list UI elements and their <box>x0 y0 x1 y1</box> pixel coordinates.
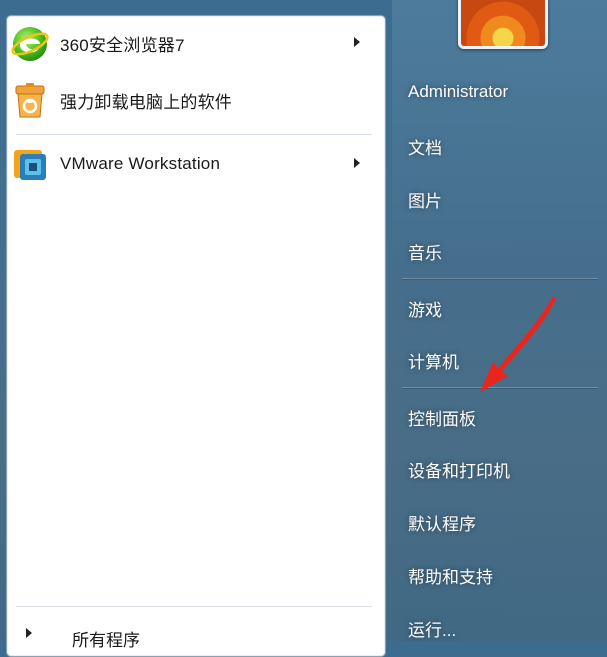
documents-link[interactable]: 文档 <box>408 134 442 159</box>
uninstaller-icon <box>10 80 50 120</box>
program-label: 强力卸载电脑上的软件 <box>60 92 232 112</box>
vmware-icon <box>10 144 50 184</box>
right-panel-divider <box>402 387 598 388</box>
browser-360-icon <box>10 23 50 63</box>
all-programs-divider <box>16 606 372 607</box>
default-programs-link[interactable]: 默认程序 <box>408 510 476 535</box>
devices-printers-link[interactable]: 设备和打印机 <box>408 457 510 482</box>
pictures-link[interactable]: 图片 <box>408 187 442 212</box>
all-programs-button[interactable]: 所有程序 <box>10 620 372 650</box>
right-panel-divider <box>402 278 598 279</box>
control-panel-link[interactable]: 控制面板 <box>408 405 476 430</box>
expand-arrow-icon <box>26 628 32 638</box>
program-vmware-workstation[interactable]: VMware Workstation <box>10 138 372 190</box>
all-programs-label: 所有程序 <box>72 631 140 650</box>
program-list-divider <box>16 134 372 135</box>
submenu-arrow-icon <box>354 37 360 47</box>
program-label: VMware Workstation <box>60 154 221 173</box>
run-link[interactable]: 运行... <box>408 616 456 641</box>
music-link[interactable]: 音乐 <box>408 239 442 264</box>
submenu-arrow-icon <box>354 158 360 168</box>
user-name-link[interactable]: Administrator <box>408 82 508 102</box>
start-menu: 360安全浏览器7 强力卸载电脑上的软件 VMware Workstation … <box>0 0 607 657</box>
program-360-browser[interactable]: 360安全浏览器7 <box>10 17 372 69</box>
user-avatar[interactable] <box>458 0 548 49</box>
program-uninstaller[interactable]: 强力卸载电脑上的软件 <box>10 74 372 126</box>
help-support-link[interactable]: 帮助和支持 <box>408 563 493 588</box>
games-link[interactable]: 游戏 <box>408 296 442 321</box>
program-label: 360安全浏览器7 <box>60 35 185 55</box>
computer-link[interactable]: 计算机 <box>408 348 459 373</box>
